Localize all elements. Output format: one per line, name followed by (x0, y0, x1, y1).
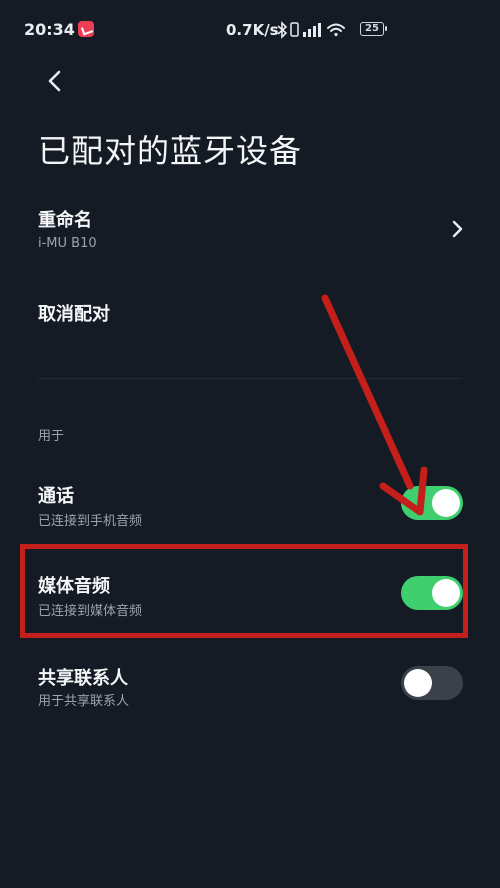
battery-icon: 25 (360, 22, 387, 36)
bluetooth-icon (277, 21, 288, 39)
signal-icon (303, 23, 321, 37)
network-speed: 0.7K/s (226, 21, 279, 39)
device-name-value: i-MU B10 (38, 236, 97, 251)
divider (38, 378, 462, 379)
vibrate-icon (290, 22, 299, 37)
rename-label: 重命名 (38, 210, 92, 231)
rename-row[interactable]: 重命名 i-MU B10 (0, 196, 500, 266)
share-contacts-label: 共享联系人 (38, 668, 128, 689)
wifi-icon (327, 23, 345, 37)
status-bar: 20:34 0.7K/s 25 (0, 0, 500, 60)
unpair-button[interactable]: 取消配对 (0, 290, 500, 340)
section-label: 用于 (38, 429, 65, 444)
unpair-label: 取消配对 (38, 304, 110, 325)
call-audio-switch[interactable] (401, 486, 463, 520)
status-time: 20:34 (24, 20, 75, 39)
share-contacts-status: 用于共享联系人 (38, 694, 130, 709)
switch-knob (432, 489, 460, 517)
annotation-highlight-box (20, 544, 468, 638)
call-audio-status: 已连接到手机音频 (38, 514, 143, 529)
chevron-right-icon (448, 218, 468, 240)
status-icons (277, 21, 345, 39)
page-title: 已配对的蓝牙设备 (38, 132, 303, 170)
switch-knob (404, 669, 432, 697)
toggle-row-share-contacts: 共享联系人 用于共享联系人 (0, 660, 500, 730)
back-button[interactable] (40, 66, 70, 96)
app-notification-icon (78, 21, 94, 37)
share-contacts-switch[interactable] (401, 666, 463, 700)
call-audio-label: 通话 (38, 486, 74, 507)
back-arrow-icon (48, 70, 61, 92)
toggle-row-call-audio: 通话 已连接到手机音频 (0, 478, 500, 548)
